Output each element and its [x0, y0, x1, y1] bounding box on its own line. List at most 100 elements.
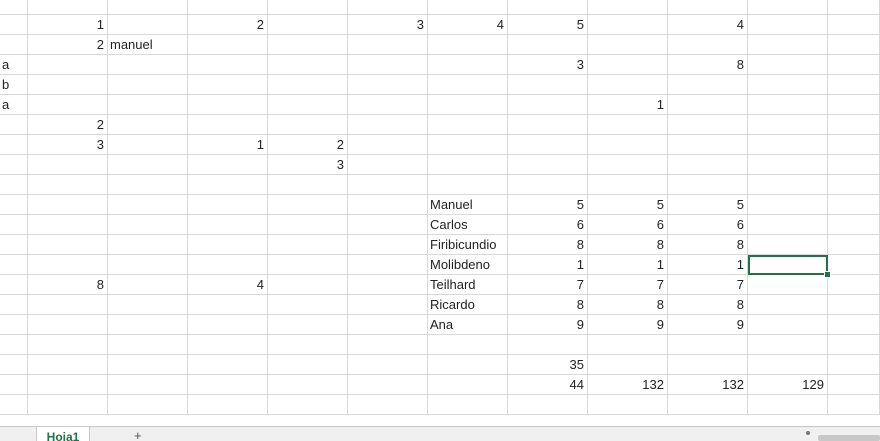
grid-cell[interactable] [588, 335, 668, 355]
add-sheet-button[interactable]: + [134, 429, 142, 441]
grid-cell[interactable] [748, 75, 828, 95]
grid-cell[interactable] [508, 75, 588, 95]
grid-cell[interactable] [748, 115, 828, 135]
grid-cell[interactable] [268, 55, 348, 75]
grid-cell[interactable]: a [0, 95, 28, 115]
grid-cell[interactable]: 8 [588, 295, 668, 315]
grid-cell[interactable] [348, 275, 428, 295]
grid-cell[interactable] [28, 155, 108, 175]
grid-cell[interactable] [348, 315, 428, 335]
grid-cell[interactable] [28, 95, 108, 115]
grid-cell[interactable] [268, 235, 348, 255]
grid-cell[interactable] [348, 355, 428, 375]
grid-cell[interactable] [0, 175, 28, 195]
grid-cell[interactable] [748, 15, 828, 35]
grid-cell[interactable] [748, 155, 828, 175]
grid-cell[interactable] [0, 275, 28, 295]
grid-cell[interactable] [668, 115, 748, 135]
grid-cell[interactable] [268, 0, 348, 15]
grid-cell[interactable] [188, 195, 268, 215]
grid-cell[interactable] [828, 0, 880, 15]
grid-cell[interactable] [188, 295, 268, 315]
grid-cell[interactable] [108, 115, 188, 135]
grid-cell[interactable] [108, 95, 188, 115]
grid-cell[interactable]: 8 [508, 235, 588, 255]
grid-cell[interactable] [28, 295, 108, 315]
grid-cell[interactable] [748, 335, 828, 355]
grid-cell[interactable] [0, 155, 28, 175]
grid-cell[interactable] [348, 375, 428, 395]
grid-cell[interactable] [188, 55, 268, 75]
grid-cell[interactable]: 6 [668, 215, 748, 235]
grid-cell[interactable] [668, 155, 748, 175]
grid-cell[interactable]: 8 [668, 295, 748, 315]
grid-cell[interactable] [0, 255, 28, 275]
grid-cell[interactable] [268, 395, 348, 415]
grid-cell[interactable] [108, 295, 188, 315]
grid-cell[interactable] [188, 115, 268, 135]
grid-cell[interactable] [348, 135, 428, 155]
grid-cell[interactable] [28, 215, 108, 235]
grid-cell[interactable]: 7 [668, 275, 748, 295]
grid-cell[interactable] [0, 0, 28, 15]
grid-cell[interactable] [748, 295, 828, 315]
grid-cell[interactable] [668, 75, 748, 95]
grid-cell[interactable] [108, 275, 188, 295]
grid-cell[interactable] [508, 155, 588, 175]
grid-cell[interactable] [508, 335, 588, 355]
grid-cell[interactable] [828, 255, 880, 275]
grid-cell[interactable] [268, 335, 348, 355]
grid-cell[interactable] [28, 395, 108, 415]
grid-cell[interactable] [428, 135, 508, 155]
selected-cell[interactable] [748, 255, 828, 275]
fill-handle[interactable] [824, 271, 831, 278]
grid-cell[interactable] [348, 35, 428, 55]
sheet-tab-hoja1[interactable]: Hoja1 [36, 427, 90, 441]
grid-cell[interactable] [0, 115, 28, 135]
grid-cell[interactable]: 132 [588, 375, 668, 395]
grid-cell[interactable] [588, 395, 668, 415]
grid-cell[interactable]: Molibdeno [428, 255, 508, 275]
grid-cell[interactable]: 9 [508, 315, 588, 335]
grid-cell[interactable] [668, 175, 748, 195]
tab-scroll-icon[interactable] [806, 431, 810, 435]
grid-cell[interactable] [0, 215, 28, 235]
grid-cell[interactable] [748, 355, 828, 375]
grid-cell[interactable]: 7 [508, 275, 588, 295]
grid-cell[interactable] [108, 75, 188, 95]
spreadsheet-grid[interactable]: 1 2 3 4 5 4 2 manuel a 3 8 b a 1 2 3 1 2 3 Manuel 5 5 5 Carlos 6… [0, 0, 880, 426]
horizontal-scrollbar[interactable] [818, 435, 880, 441]
grid-cell[interactable] [268, 195, 348, 215]
grid-cell[interactable] [28, 195, 108, 215]
grid-cell[interactable] [828, 395, 880, 415]
grid-cell[interactable] [668, 355, 748, 375]
grid-cell[interactable]: manuel [108, 35, 188, 55]
grid-cell[interactable] [188, 255, 268, 275]
grid-cell[interactable] [748, 275, 828, 295]
grid-cell[interactable] [428, 355, 508, 375]
grid-cell[interactable] [0, 335, 28, 355]
grid-cell[interactable]: 3 [268, 155, 348, 175]
grid-cell[interactable] [0, 395, 28, 415]
grid-cell[interactable] [828, 135, 880, 155]
grid-cell[interactable] [108, 315, 188, 335]
grid-cell[interactable] [108, 55, 188, 75]
grid-cell[interactable] [0, 35, 28, 55]
grid-cell[interactable] [108, 235, 188, 255]
grid-cell[interactable] [348, 115, 428, 135]
grid-cell[interactable]: 1 [588, 95, 668, 115]
grid-cell[interactable] [108, 355, 188, 375]
grid-cell[interactable] [188, 355, 268, 375]
grid-cell[interactable] [108, 215, 188, 235]
grid-cell[interactable] [668, 95, 748, 115]
grid-cell[interactable]: 4 [428, 15, 508, 35]
grid-cell[interactable]: 5 [668, 195, 748, 215]
grid-cell[interactable] [668, 135, 748, 155]
grid-cell[interactable] [188, 0, 268, 15]
grid-cell[interactable] [268, 95, 348, 115]
grid-cell[interactable] [508, 95, 588, 115]
grid-cell[interactable]: Teilhard [428, 275, 508, 295]
grid-cell[interactable] [348, 195, 428, 215]
grid-cell[interactable] [668, 0, 748, 15]
grid-cell[interactable] [748, 195, 828, 215]
